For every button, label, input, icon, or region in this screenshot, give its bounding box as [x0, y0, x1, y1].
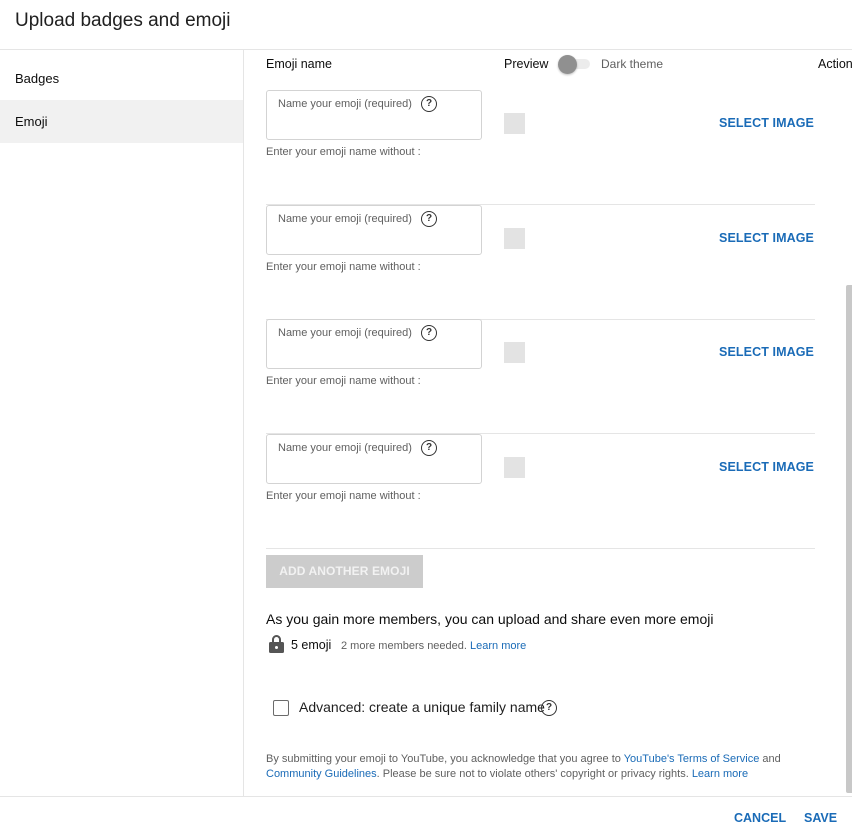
community-guidelines-link[interactable]: Community Guidelines: [266, 768, 377, 780]
footer-divider: [0, 796, 852, 797]
help-icon[interactable]: ?: [541, 700, 557, 716]
legal-middle: . Please be sure not to violate others' …: [376, 768, 692, 780]
legal-notice: By submitting your emoji to YouTube, you…: [266, 752, 786, 782]
emoji-name-input[interactable]: Name your emoji (required) ?: [266, 90, 482, 140]
legal-and: and: [759, 753, 781, 765]
emoji-row: Name your emoji (required) ? Enter your …: [266, 205, 815, 320]
lock-icon: [269, 635, 284, 653]
toggle-knob: [558, 55, 577, 74]
add-another-emoji-button[interactable]: ADD ANOTHER EMOJI: [266, 555, 423, 588]
help-icon[interactable]: ?: [421, 440, 437, 456]
sidebar-item-emoji[interactable]: Emoji: [0, 100, 243, 143]
advanced-family-name-checkbox[interactable]: [273, 700, 289, 716]
emoji-name-input[interactable]: Name your emoji (required) ?: [266, 319, 482, 369]
learn-more-link[interactable]: Learn more: [470, 640, 526, 652]
help-icon[interactable]: ?: [421, 325, 437, 341]
dark-theme-label: Dark theme: [601, 57, 664, 71]
emoji-name-hint: Enter your emoji name without :: [266, 261, 421, 273]
emoji-name-hint: Enter your emoji name without :: [266, 490, 421, 502]
emoji-name-placeholder: Name your emoji (required): [278, 213, 412, 225]
emoji-panel: Emoji name Preview Dark theme Actions Na…: [245, 50, 852, 796]
help-icon[interactable]: ?: [421, 96, 437, 112]
save-button[interactable]: SAVE: [804, 811, 837, 825]
dark-theme-toggle[interactable]: [558, 55, 592, 74]
emoji-preview: [504, 228, 525, 249]
emoji-row: Name your emoji (required) ? Enter your …: [266, 434, 815, 549]
legal-learn-more-link[interactable]: Learn more: [692, 768, 748, 780]
dialog-title: Upload badges and emoji: [15, 10, 231, 31]
select-image-button[interactable]: SELECT IMAGE: [719, 345, 814, 359]
help-icon[interactable]: ?: [421, 211, 437, 227]
emoji-preview: [504, 113, 525, 134]
column-header-preview: Preview: [504, 57, 549, 71]
members-needed: 2 more members needed. Learn more: [341, 640, 526, 652]
emoji-tier-count: 5 emoji: [291, 638, 332, 652]
emoji-preview: [504, 342, 525, 363]
scrollbar[interactable]: [846, 285, 852, 793]
legal-prefix: By submitting your emoji to YouTube, you…: [266, 753, 624, 765]
emoji-name-placeholder: Name your emoji (required): [278, 327, 412, 339]
emoji-name-input[interactable]: Name your emoji (required) ?: [266, 434, 482, 484]
sidebar: Badges Emoji: [0, 50, 244, 796]
emoji-name-placeholder: Name your emoji (required): [278, 98, 412, 110]
emoji-name-hint: Enter your emoji name without :: [266, 375, 421, 387]
emoji-name-input[interactable]: Name your emoji (required) ?: [266, 205, 482, 255]
emoji-name-placeholder: Name your emoji (required): [278, 442, 412, 454]
column-header-actions: Actions: [818, 57, 852, 71]
select-image-button[interactable]: SELECT IMAGE: [719, 460, 814, 474]
terms-of-service-link[interactable]: YouTube's Terms of Service: [624, 753, 760, 765]
select-image-button[interactable]: SELECT IMAGE: [719, 231, 814, 245]
emoji-row: Name your emoji (required) ? Enter your …: [266, 90, 815, 205]
row-divider: [266, 548, 815, 549]
members-needed-text: 2 more members needed.: [341, 640, 467, 652]
advanced-family-name-label: Advanced: create a unique family name: [299, 699, 545, 715]
emoji-row: Name your emoji (required) ? Enter your …: [266, 319, 815, 434]
emoji-name-hint: Enter your emoji name without :: [266, 146, 421, 158]
emoji-preview: [504, 457, 525, 478]
select-image-button[interactable]: SELECT IMAGE: [719, 116, 814, 130]
members-gain-text: As you gain more members, you can upload…: [266, 611, 714, 627]
cancel-button[interactable]: CANCEL: [734, 811, 786, 825]
sidebar-item-badges[interactable]: Badges: [0, 57, 243, 100]
column-header-emoji-name: Emoji name: [266, 57, 332, 71]
